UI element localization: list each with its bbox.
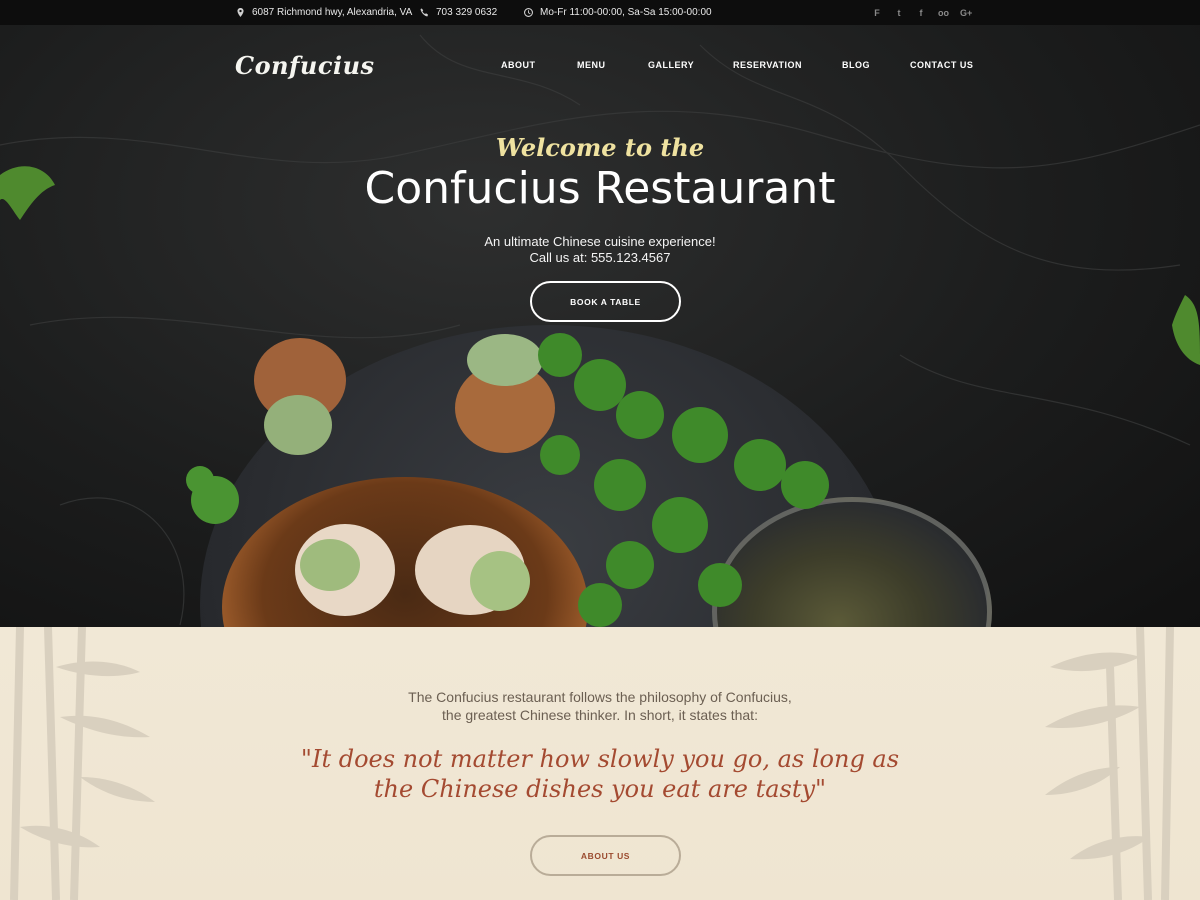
nav-about[interactable]: ABOUT [501, 60, 536, 70]
hours-info: Mo-Fr 11:00-00:00, Sa-Sa 15:00-00:00 [524, 0, 712, 25]
address-info: 6087 Richmond hwy, Alexandria, VA [236, 0, 412, 25]
twitter-icon[interactable]: t [894, 8, 904, 18]
phone-info[interactable]: 703 329 0632 [420, 0, 497, 25]
clock-icon [524, 8, 533, 17]
about-intro-line2: the greatest Chinese thinker. In short, … [442, 707, 758, 723]
nav-contact-us[interactable]: CONTACT US [910, 60, 973, 70]
hero-tagline: An ultimate Chinese cuisine experience! [484, 234, 716, 249]
about-intro-line1: The Confucius restaurant follows the phi… [408, 689, 792, 705]
about-us-button[interactable]: ABOUT US [530, 835, 681, 876]
nav-blog[interactable]: BLOG [842, 60, 870, 70]
book-table-button[interactable]: BOOK A TABLE [530, 281, 681, 322]
quote-line1: "It does not matter how slowly you go, a… [300, 745, 900, 773]
hero-title: Confucius Restaurant [364, 163, 836, 214]
hero-section: Confucius ABOUT MENU GALLERY RESERVATION… [0, 25, 1200, 627]
site-logo[interactable]: Confucius [235, 51, 375, 80]
location-pin-icon [237, 8, 244, 17]
nav-reservation[interactable]: RESERVATION [733, 60, 802, 70]
hero-subtitle: An ultimate Chinese cuisine experience! … [0, 234, 1200, 266]
foursquare-icon[interactable]: F [872, 8, 882, 18]
phone-text[interactable]: 703 329 0632 [436, 7, 497, 18]
food-illustration [186, 333, 829, 627]
social-links: F t f oo G+ [872, 0, 972, 25]
google-plus-icon[interactable]: G+ [960, 8, 972, 18]
cilantro-bunch [538, 333, 829, 627]
confucius-quote: "It does not matter how slowly you go, a… [0, 744, 1200, 804]
about-intro: The Confucius restaurant follows the phi… [0, 688, 1200, 724]
facebook-icon[interactable]: f [916, 8, 926, 18]
nav-gallery[interactable]: GALLERY [648, 60, 694, 70]
address-text: 6087 Richmond hwy, Alexandria, VA [252, 7, 413, 18]
hours-text: Mo-Fr 11:00-00:00, Sa-Sa 15:00-00:00 [540, 7, 712, 18]
snail-shells [254, 334, 555, 616]
phone-icon [420, 8, 429, 17]
top-info-bar: 6087 Richmond hwy, Alexandria, VA 703 32… [0, 0, 1200, 25]
nav-menu[interactable]: MENU [577, 60, 606, 70]
quote-line2: the Chinese dishes you eat are tasty" [373, 775, 827, 803]
about-section: The Confucius restaurant follows the phi… [0, 627, 1200, 900]
hero-phone: Call us at: 555.123.4567 [529, 250, 671, 265]
hero-welcome: Welcome to the [495, 133, 705, 162]
tripadvisor-icon[interactable]: oo [938, 8, 949, 18]
